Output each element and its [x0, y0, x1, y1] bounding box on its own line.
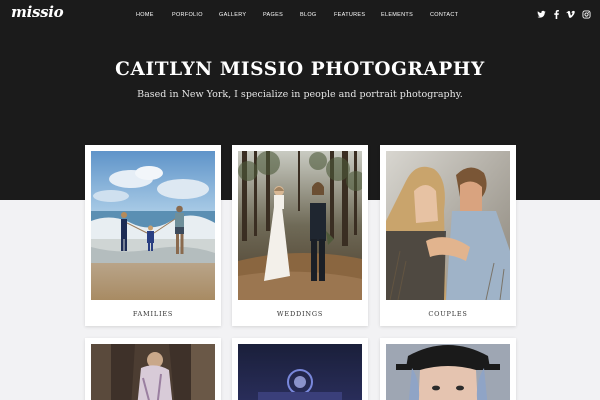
nav-item-blog[interactable]: BLOG — [300, 12, 316, 18]
main-menu: HOME PORFOLIO GALLERY PAGES BLOG FEATURE… — [0, 12, 600, 20]
weddings-photo — [238, 151, 362, 300]
hero-title: CAITLYN MISSIO PHOTOGRAPHY — [115, 59, 485, 80]
hero-subtitle: Based in New York, I specialize in peopl… — [137, 89, 463, 100]
instagram-icon[interactable] — [582, 10, 591, 20]
facebook-icon[interactable] — [553, 10, 560, 20]
top-navigation: missio HOME PORFOLIO GALLERY PAGES BLOG … — [0, 0, 600, 30]
vimeo-icon[interactable] — [566, 10, 575, 20]
concert-photo — [238, 344, 362, 400]
card-label-couples: COUPLES — [428, 310, 468, 318]
twitter-icon[interactable] — [537, 10, 546, 20]
nav-item-gallery[interactable]: GALLERY — [219, 12, 246, 18]
gallery-card-couples[interactable]: COUPLES — [380, 145, 516, 326]
families-photo — [91, 151, 215, 300]
gallery-card-families[interactable]: FAMILIES — [85, 145, 221, 326]
gallery-card-weddings[interactable]: WEDDINGS — [232, 145, 368, 326]
nav-item-elements[interactable]: ELEMENTS — [381, 12, 413, 18]
nav-item-contact[interactable]: CONTACT — [430, 12, 458, 18]
nav-item-portfolio[interactable]: PORFOLIO — [172, 12, 203, 18]
nav-item-features[interactable]: FEATURES — [334, 12, 365, 18]
nav-item-pages[interactable]: PAGES — [263, 12, 283, 18]
gallery-card-row2-middle[interactable] — [232, 338, 368, 400]
nav-item-home[interactable]: HOME — [136, 12, 154, 18]
portrait-photo — [91, 344, 215, 400]
gallery-card-row2-left[interactable] — [85, 338, 221, 400]
card-label-families: FAMILIES — [132, 310, 174, 318]
card-label-weddings: WEDDINGS — [276, 310, 324, 318]
fashion-photo — [386, 344, 510, 400]
couples-photo — [386, 151, 510, 300]
gallery-card-row2-right[interactable] — [380, 338, 516, 400]
